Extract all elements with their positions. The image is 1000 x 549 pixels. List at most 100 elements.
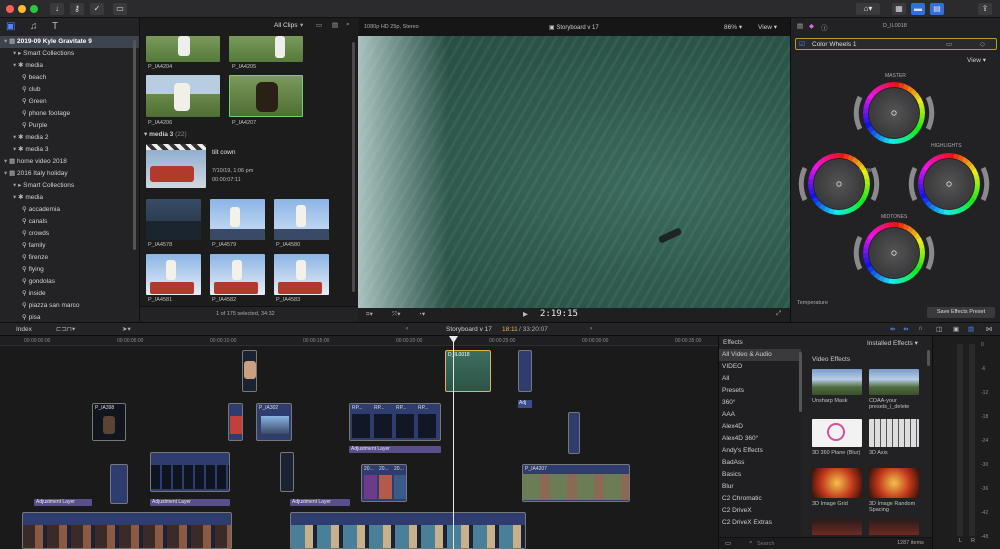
- sidebar-item[interactable]: ▾ ▸ Smart Collections: [0, 48, 139, 60]
- master-wheel[interactable]: [853, 82, 935, 144]
- effects-category[interactable]: Andy's Effects: [719, 445, 801, 457]
- sidebar-item[interactable]: ⚲ flying: [0, 264, 139, 276]
- connected-clip-selected[interactable]: D_IL0018: [445, 350, 491, 392]
- sidebar-item[interactable]: ▾ ✱ media: [0, 60, 139, 72]
- effects-category[interactable]: Alex4D: [719, 421, 801, 433]
- clip-thumbnail[interactable]: [210, 254, 265, 295]
- effect-thumbnail[interactable]: [812, 519, 862, 535]
- sidebar-item[interactable]: ▾ ▦ home video 2018: [0, 156, 139, 168]
- sidebar-item[interactable]: ⚲ phone footage: [0, 108, 139, 120]
- import-icon[interactable]: ↓: [50, 3, 64, 15]
- primary-storyline-clip[interactable]: [22, 512, 232, 549]
- clip-thumbnail[interactable]: [274, 254, 329, 295]
- effects-category[interactable]: C2 DriveX: [719, 505, 801, 517]
- effect-thumbnail[interactable]: [812, 419, 862, 447]
- libraries-icon[interactable]: ▣: [6, 21, 15, 32]
- connected-clip[interactable]: P_IA302: [256, 403, 292, 441]
- timeline-ruler[interactable]: 00:00:00:00 00:00:05:00 00:00:10:00 00:00:1…: [0, 336, 718, 346]
- effects-category[interactable]: C2 Chromatic: [719, 493, 801, 505]
- sidebar-item[interactable]: ⚲ piazza san marco: [0, 300, 139, 312]
- keyword-icon[interactable]: ⚷: [70, 3, 84, 15]
- back-icon[interactable]: ‹: [406, 325, 408, 332]
- sidebar-item[interactable]: ⚲ club: [0, 84, 139, 96]
- effects-category[interactable]: All: [719, 373, 801, 385]
- photos-icon[interactable]: ♫: [30, 21, 38, 32]
- sidebar-item[interactable]: ▾ ▦ 2019-09 Kyle Gravitate 9: [0, 36, 139, 48]
- connected-clip[interactable]: [242, 350, 257, 392]
- transform-icon[interactable]: ⤧▾: [392, 310, 400, 319]
- clip-thumbnail[interactable]: [146, 75, 220, 117]
- solo-icon[interactable]: ∩: [918, 325, 923, 332]
- connect-clip-icon[interactable]: ⊏⊐⊓▾: [56, 325, 75, 333]
- effects-category[interactable]: Basics: [719, 469, 801, 481]
- sidebar-toggle-icon[interactable]: ▭: [725, 539, 731, 547]
- clip-thumbnail[interactable]: [146, 36, 220, 62]
- sidebar-item[interactable]: ⚲ family: [0, 240, 139, 252]
- inspector-layout-icon[interactable]: ▤: [930, 3, 944, 15]
- sidebar-item[interactable]: ⚲ crowds: [0, 228, 139, 240]
- filmstrip-icon[interactable]: ▤: [332, 21, 338, 29]
- fullscreen-icon[interactable]: ⤢: [776, 310, 781, 318]
- clip-appearance-icon[interactable]: ▣: [953, 325, 959, 333]
- adjustment-layer[interactable]: Adjustment Layer: [150, 499, 230, 506]
- connected-clip[interactable]: 20... 20... 20...: [361, 464, 407, 502]
- connected-clip[interactable]: [228, 403, 243, 441]
- clip-thumbnail[interactable]: [229, 36, 303, 62]
- adjustment-layer[interactable]: Adjustment Layer: [34, 499, 92, 506]
- crop-icon[interactable]: ⌗▾: [366, 310, 373, 319]
- effects-category[interactable]: Presets: [719, 385, 801, 397]
- audio-skimming-icon[interactable]: ⇻: [903, 325, 908, 333]
- video-frame[interactable]: [358, 36, 790, 308]
- search-icon[interactable]: ⌕: [346, 21, 350, 29]
- effect-thumbnail[interactable]: [869, 468, 919, 498]
- clip-thumbnail[interactable]: [274, 199, 329, 240]
- sidebar-item[interactable]: ⚲ beach: [0, 72, 139, 84]
- effect-thumbnail[interactable]: [869, 419, 919, 447]
- connected-clip[interactable]: [568, 412, 580, 454]
- sidebar-item[interactable]: ⚲ Green: [0, 96, 139, 108]
- effects-category[interactable]: 360°: [719, 397, 801, 409]
- connected-clip[interactable]: P_IA4207: [522, 464, 630, 502]
- effects-category[interactable]: All Video & Audio: [719, 349, 801, 361]
- sidebar-item[interactable]: ⚲ Purple: [0, 120, 139, 132]
- sidebar-item[interactable]: ⚲ canals: [0, 216, 139, 228]
- sidebar-scrollbar[interactable]: [133, 40, 136, 250]
- clip-thumbnail[interactable]: [146, 144, 206, 188]
- view-menu[interactable]: View ▾: [758, 23, 777, 31]
- installed-effects-menu[interactable]: Installed Effects ▾: [867, 339, 918, 347]
- effect-thumbnail[interactable]: [869, 519, 919, 535]
- effects-browser-icon[interactable]: ▤: [968, 325, 974, 333]
- sidebar-item[interactable]: ▾ ✱ media 3: [0, 144, 139, 156]
- connected-clip[interactable]: RP... RP... RP... RP...: [349, 403, 441, 441]
- speed-icon[interactable]: ◔▾: [418, 310, 425, 318]
- clip-filter[interactable]: All Clips: [274, 22, 297, 29]
- connected-clip[interactable]: [150, 452, 230, 492]
- sidebar-item[interactable]: ⚲ gondolas: [0, 276, 139, 288]
- close-window-button[interactable]: [6, 5, 14, 13]
- effects-category[interactable]: VIDEO: [719, 361, 801, 373]
- snapping-icon[interactable]: ◫: [936, 325, 942, 333]
- highlights-wheel[interactable]: [908, 153, 990, 215]
- clip-appearance-icon[interactable]: ▭: [316, 21, 322, 29]
- background-tasks-icon[interactable]: ✓: [90, 3, 104, 15]
- effects-category[interactable]: Alex4D 360°: [719, 433, 801, 445]
- timeline-layout-icon[interactable]: ▬: [911, 3, 925, 15]
- select-tool-icon[interactable]: ➤▾: [122, 325, 131, 333]
- effect-thumbnail[interactable]: [812, 468, 862, 498]
- connected-clip[interactable]: [280, 452, 294, 492]
- share-library-icon[interactable]: ▭: [113, 3, 127, 15]
- sidebar-item[interactable]: ▾ ✱ media: [0, 192, 139, 204]
- clip-thumbnail[interactable]: [229, 75, 303, 117]
- minimize-window-button[interactable]: [18, 5, 26, 13]
- skimming-icon[interactable]: ⇹: [890, 325, 895, 333]
- categories-scrollbar[interactable]: [799, 352, 802, 412]
- browser-layout-icon[interactable]: ▦: [892, 3, 906, 15]
- sidebar-item[interactable]: ⚲ pisa: [0, 312, 139, 322]
- transitions-icon[interactable]: ⋈: [986, 325, 993, 333]
- titles-icon[interactable]: T: [52, 21, 58, 32]
- connected-clip[interactable]: [518, 350, 532, 392]
- zoom-menu[interactable]: 86% ▾: [724, 23, 742, 31]
- primary-storyline-clip[interactable]: [290, 512, 526, 549]
- effects-category[interactable]: AAA: [719, 409, 801, 421]
- effects-category[interactable]: BadAss: [719, 457, 801, 469]
